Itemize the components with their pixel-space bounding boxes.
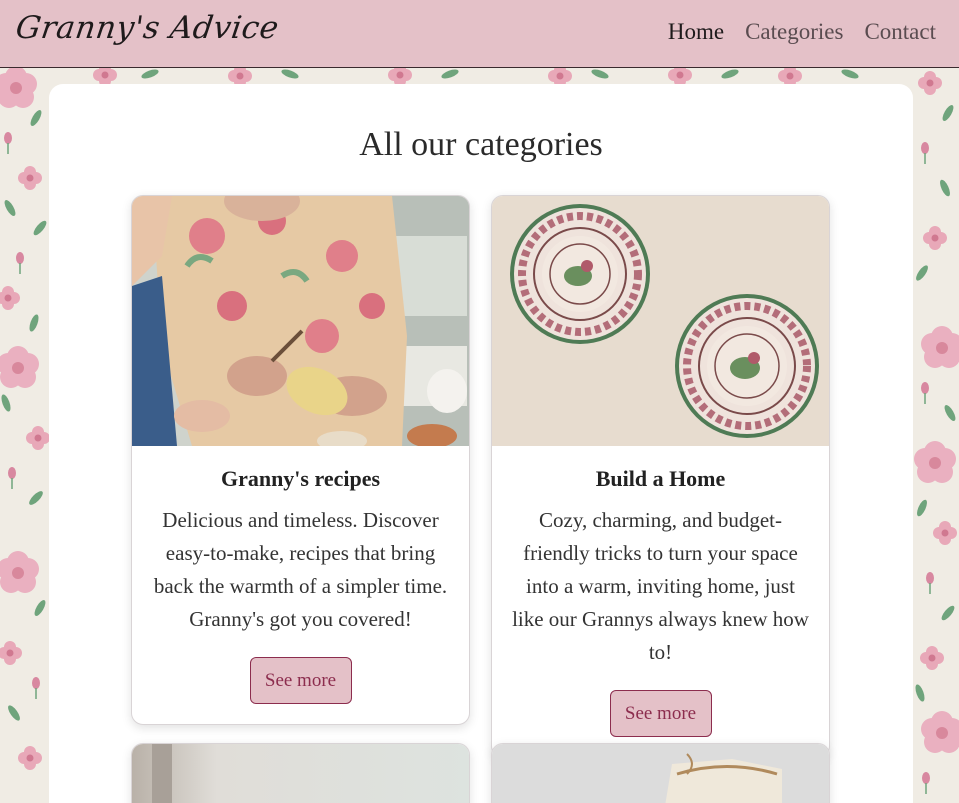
decorative-plate-2 [675,294,819,438]
nav-categories-link[interactable]: Categories [745,19,843,45]
card-title: Granny's recipes [220,466,381,491]
category-3-photo [132,744,469,803]
recipes-photo [132,196,469,446]
category-card-build-a-home: Build a Home Cozy, charming, and budget-… [491,195,830,758]
category-card-4 [491,743,830,803]
nav-home-link[interactable]: Home [668,19,724,45]
decorative-plate-1 [510,204,650,344]
page-title: All our categories [359,126,603,163]
categories-panel: All our categories Granny's recipes Deli… [49,84,913,803]
see-more-recipes-button[interactable]: See more [249,657,352,704]
card-description: Delicious and timeless. Discover easy-to… [153,508,448,631]
category-card-recipes: Granny's recipes Delicious and timeless.… [131,195,470,725]
category-4-photo [492,744,829,803]
site-logo[interactable]: Granny's Advice [13,10,281,46]
see-more-home-button[interactable]: See more [609,690,712,737]
card-description: Cozy, charming, and budget-friendly tric… [512,508,809,664]
site-header: Granny's Advice Home Categories Contact [0,0,959,68]
home-photo [492,196,829,446]
category-card-3 [131,743,470,803]
main-nav: Home Categories Contact [668,19,936,45]
card-title: Build a Home [595,466,726,491]
nav-contact-link[interactable]: Contact [864,19,936,45]
